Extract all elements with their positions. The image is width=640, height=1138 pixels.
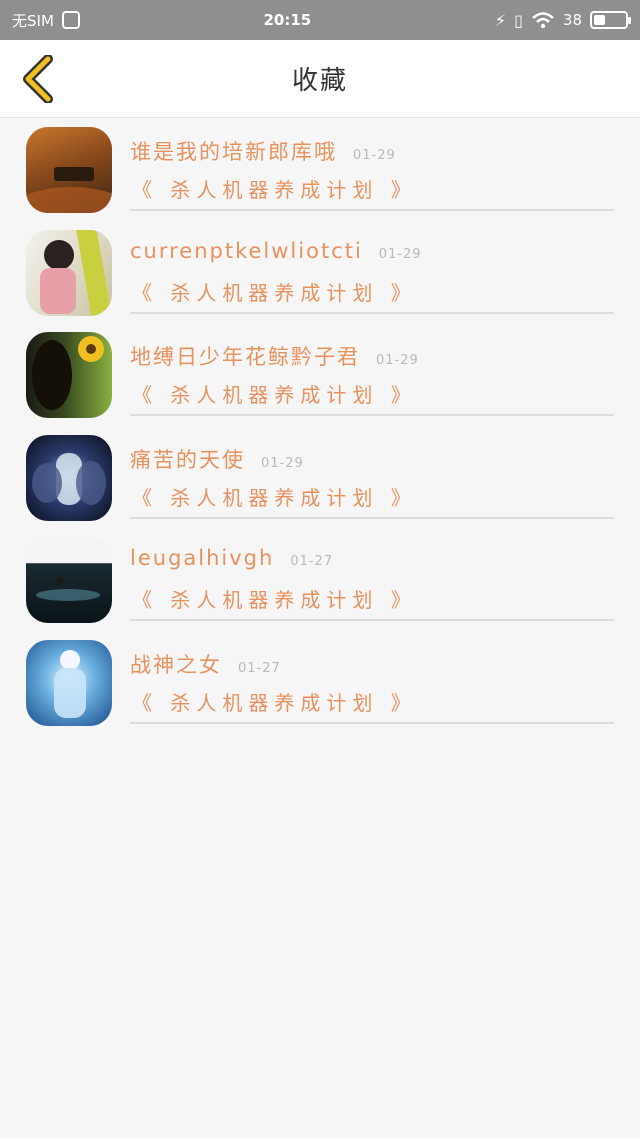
item-date: 01-29 — [353, 148, 396, 163]
list-item[interactable]: 谁是我的培新郎库哦 01-29 《 杀人机器养成计划 》 — [0, 124, 640, 227]
avatar — [26, 332, 112, 418]
book-title: 《 杀人机器养成计划 》 — [132, 383, 417, 407]
user-name: currenptkelwliotcti — [130, 238, 363, 263]
user-name: 战神之女 — [130, 652, 222, 677]
back-button[interactable] — [14, 54, 62, 104]
list-item[interactable]: currenptkelwliotcti 01-29 《 杀人机器养成计划 》 — [0, 227, 640, 330]
list-item[interactable]: 痛苦的天使 01-29 《 杀人机器养成计划 》 — [0, 432, 640, 535]
item-date: 01-29 — [376, 353, 419, 368]
user-name: 痛苦的天使 — [130, 447, 245, 472]
carrier-label: 无SIM — [12, 11, 54, 30]
avatar — [26, 434, 112, 521]
book-title: 《 杀人机器养成计划 》 — [132, 485, 417, 510]
list-item[interactable]: 地缚日少年花鲸黔子君 01-29 《 杀人机器养成计划 》 — [0, 329, 640, 432]
battery-percent: 38 — [562, 11, 582, 29]
battery-fill — [594, 15, 606, 25]
item-content: currenptkelwliotcti 01-29 《 杀人机器养成计划 》 — [130, 227, 614, 314]
favorites-list: 谁是我的培新郎库哦 01-29 《 杀人机器养成计划 》 currenptkel… — [0, 118, 640, 739]
item-content: 谁是我的培新郎库哦 01-29 《 杀人机器养成计划 》 — [130, 124, 614, 211]
page-title: 收藏 — [291, 66, 348, 96]
list-item[interactable]: 战神之女 01-27 《 杀人机器养成计划 》 — [0, 637, 640, 740]
user-name: 地缚日少年花鲸黔子君 — [130, 345, 360, 369]
book-title: 《 杀人机器养成计划 》 — [132, 690, 417, 715]
wifi-icon — [532, 12, 554, 29]
avatar — [26, 229, 112, 316]
status-bar: 无SIM 20:15 ⚡ ▯ 38 — [0, 0, 640, 40]
header: 收藏 — [0, 40, 640, 118]
item-date: 01-29 — [378, 246, 422, 262]
status-left: 无SIM — [12, 10, 80, 31]
item-content: leugalhivgh 01-27 《 杀人机器养成计划 》 — [130, 534, 614, 621]
item-content: 战神之女 01-27 《 杀人机器养成计划 》 — [130, 637, 614, 724]
status-right: ⚡ ▯ 38 — [494, 10, 631, 30]
battery-icon — [590, 11, 631, 29]
avatar — [26, 127, 112, 213]
chevron-left-icon — [23, 55, 53, 103]
list-item[interactable]: leugalhivgh 01-27 《 杀人机器养成计划 》 — [0, 534, 640, 637]
user-name: leugalhivgh — [130, 546, 275, 570]
book-title: 《 杀人机器养成计划 》 — [132, 280, 417, 305]
item-date: 01-27 — [238, 660, 281, 676]
avatar — [26, 537, 112, 623]
sim-icon — [61, 11, 80, 29]
item-date: 01-27 — [290, 554, 334, 569]
vibrate-icon: ▯ — [514, 10, 523, 30]
user-name: 谁是我的培新郎库哦 — [130, 140, 337, 164]
clock: 20:15 — [263, 11, 312, 29]
charging-icon: ⚡ — [494, 10, 507, 30]
book-title: 《 杀人机器养成计划 》 — [132, 588, 417, 612]
item-date: 01-29 — [261, 455, 304, 471]
book-title: 《 杀人机器养成计划 》 — [132, 178, 417, 202]
avatar — [26, 639, 112, 726]
item-content: 地缚日少年花鲸黔子君 01-29 《 杀人机器养成计划 》 — [130, 329, 614, 416]
item-content: 痛苦的天使 01-29 《 杀人机器养成计划 》 — [130, 432, 614, 519]
